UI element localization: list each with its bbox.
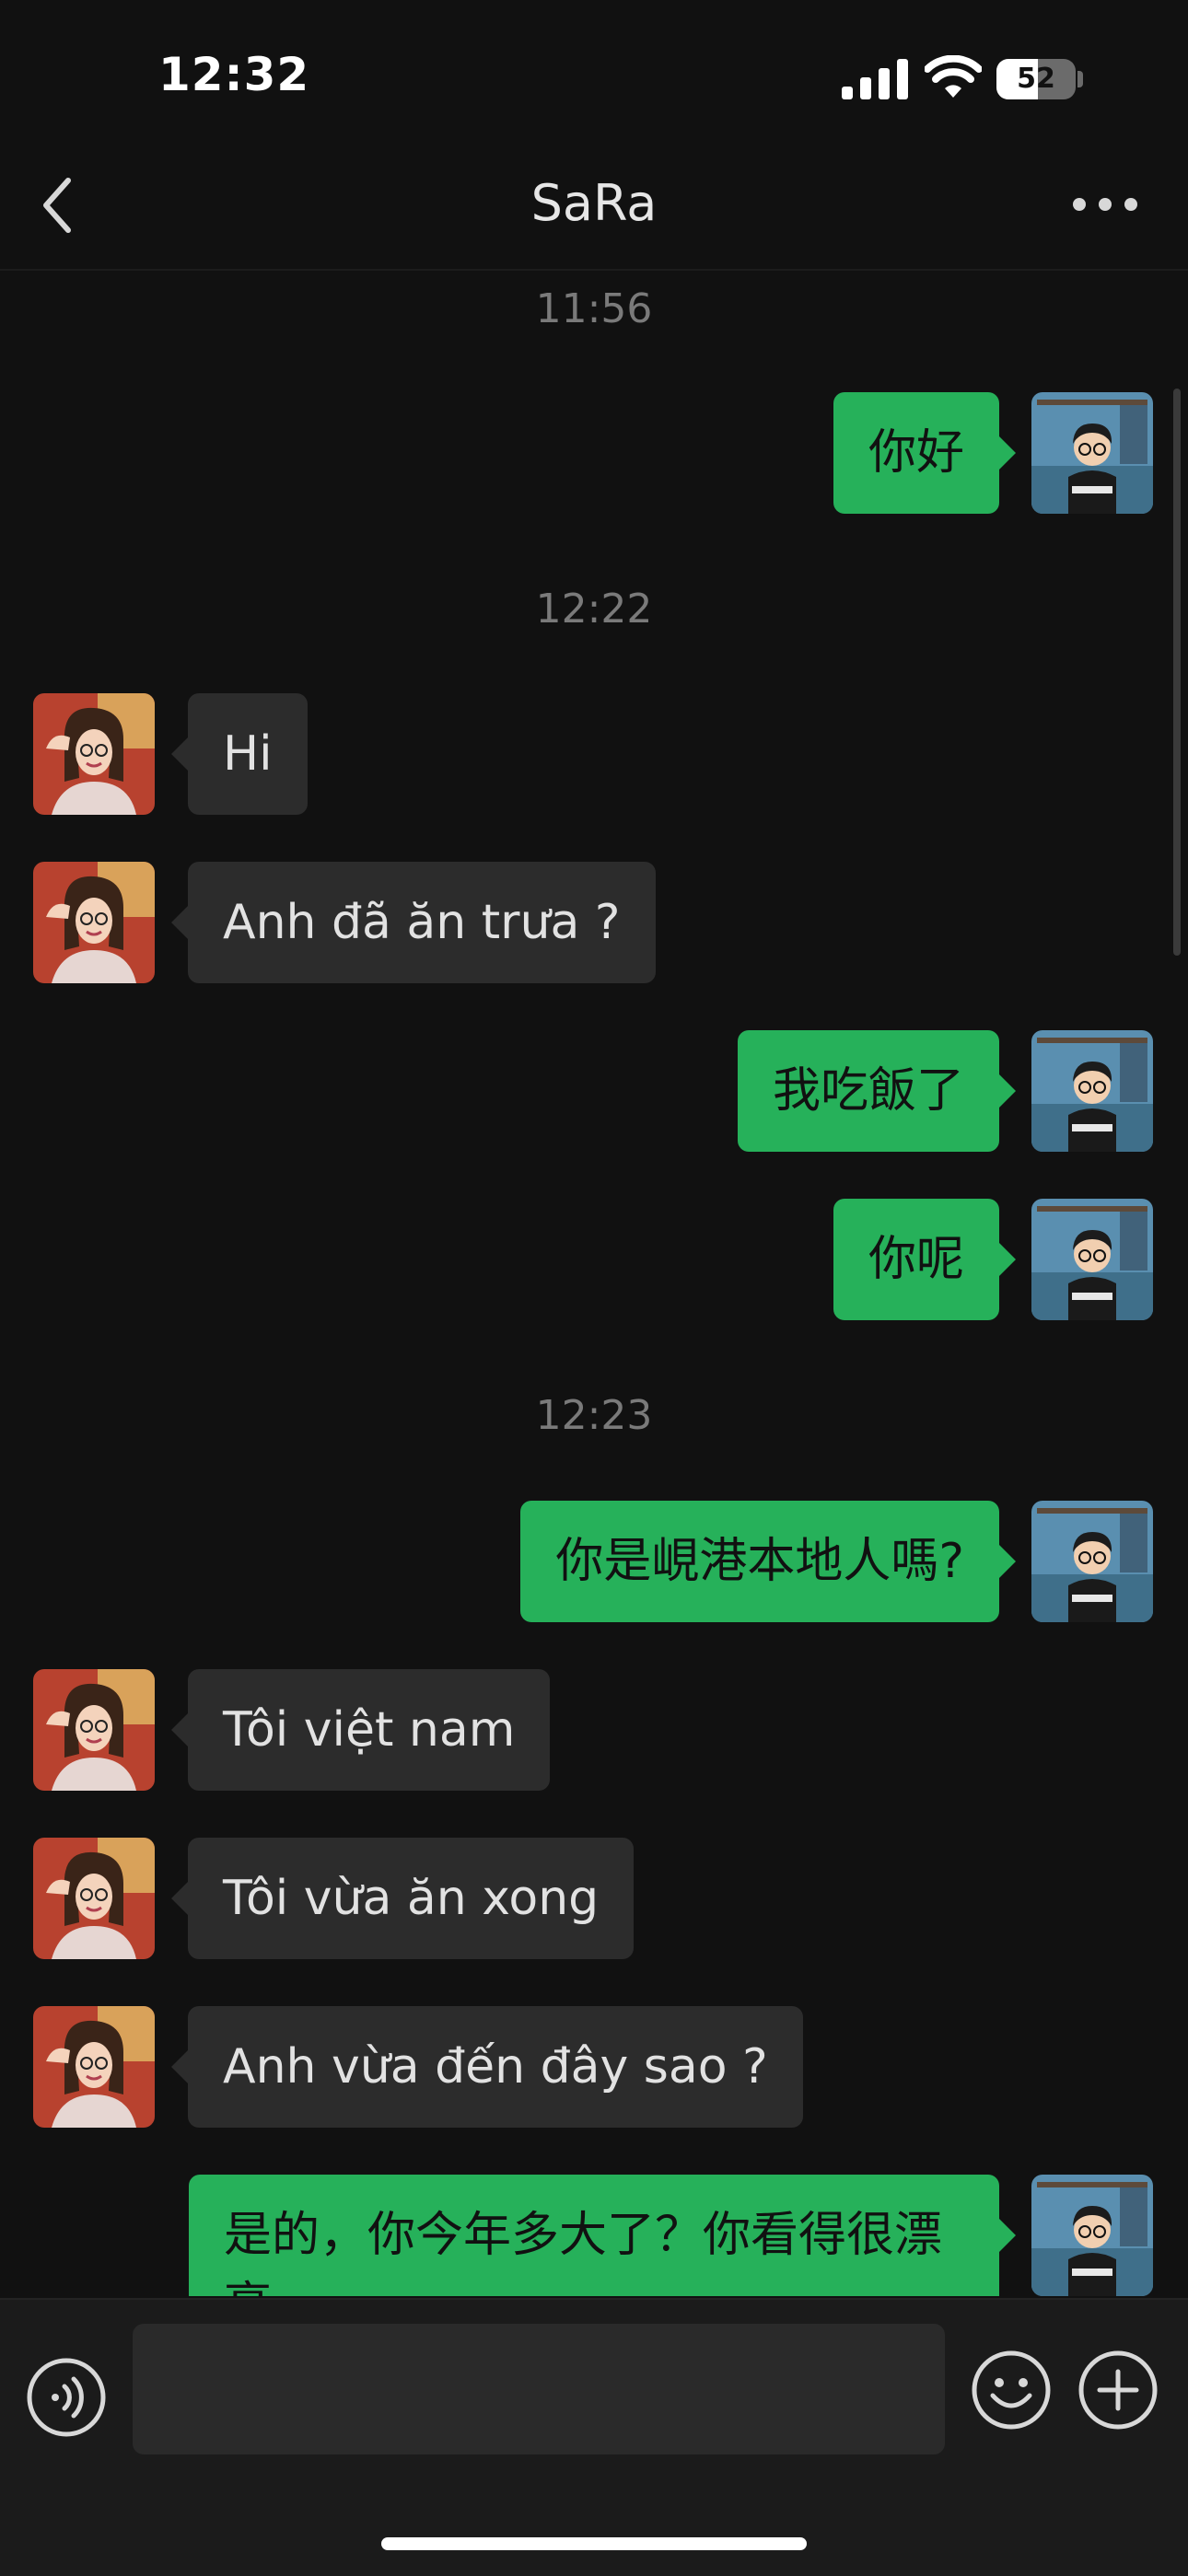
- incoming-message-bubble[interactable]: Tôi việt nam: [170, 1669, 551, 1791]
- battery-percentage: 52: [1017, 63, 1055, 95]
- battery-cap: [1077, 71, 1083, 87]
- message-input-bar: [0, 2298, 1188, 2576]
- message-list[interactable]: 11:56 你好 12:22 Hi Anh đã ăn trưa ? 我吃飯了 …: [0, 271, 1188, 2296]
- message-input[interactable]: [133, 2324, 945, 2454]
- outgoing-message-bubble[interactable]: 我吃飯了: [737, 1030, 1017, 1152]
- contact-avatar[interactable]: [33, 862, 155, 983]
- incoming-message-bubble[interactable]: Anh vừa đến đây sao ?: [171, 2006, 803, 2128]
- timestamp: 12:23: [535, 1392, 653, 1439]
- plus-icon[interactable]: [1077, 2350, 1159, 2431]
- incoming-message-bubble[interactable]: Anh đã ăn trưa ?: [171, 862, 656, 983]
- incoming-message-bubble[interactable]: Tôi vừa ăn xong: [170, 1838, 635, 1959]
- contact-avatar[interactable]: [33, 1669, 155, 1791]
- contact-avatar[interactable]: [33, 1838, 155, 1959]
- outgoing-message-bubble[interactable]: 你呢: [833, 1199, 1017, 1320]
- status-bar: 12:32 52: [0, 0, 1188, 138]
- contact-name-title: SaRa: [530, 174, 658, 232]
- my-avatar[interactable]: [1031, 1501, 1153, 1622]
- outgoing-message-bubble[interactable]: 你好: [833, 392, 1017, 514]
- back-chevron-icon[interactable]: [33, 173, 88, 238]
- cellular-signal-icon: [842, 59, 908, 99]
- outgoing-message-bubble[interactable]: 你是峴港本地人嗎?: [520, 1501, 1016, 1622]
- home-indicator[interactable]: [381, 2537, 807, 2550]
- outgoing-message-bubble[interactable]: 是的，你今年多大了？你看得很漂亮: [189, 2175, 1016, 2296]
- more-options-icon[interactable]: [1068, 177, 1142, 232]
- my-avatar[interactable]: [1031, 2175, 1153, 2296]
- scroll-indicator[interactable]: [1173, 389, 1181, 956]
- my-avatar[interactable]: [1031, 392, 1153, 514]
- my-avatar[interactable]: [1031, 1199, 1153, 1320]
- timestamp: 12:22: [535, 586, 653, 632]
- status-time: 12:32: [158, 48, 310, 101]
- chat-header: SaRa: [0, 138, 1188, 271]
- emoji-icon[interactable]: [971, 2350, 1052, 2431]
- contact-avatar[interactable]: [33, 693, 155, 815]
- wifi-icon: [925, 55, 982, 98]
- battery-icon: 52: [996, 59, 1076, 99]
- my-avatar[interactable]: [1031, 1030, 1153, 1152]
- contact-avatar[interactable]: [33, 2006, 155, 2128]
- timestamp: 11:56: [535, 285, 653, 332]
- voice-icon[interactable]: [26, 2357, 107, 2438]
- incoming-message-bubble[interactable]: Hi: [171, 693, 308, 815]
